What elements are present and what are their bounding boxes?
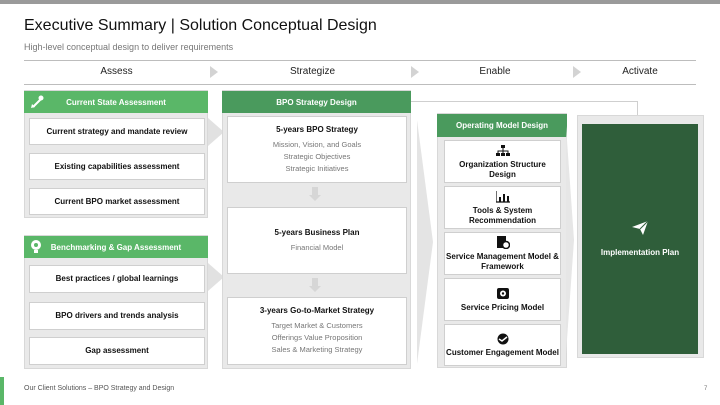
assess-item-label: Current strategy and mandate review (46, 126, 188, 136)
strategy-card-title: 5-years BPO Strategy (276, 124, 358, 134)
phase-assess: Assess (100, 66, 133, 77)
assess-item-label: BPO drivers and trends analysis (55, 311, 179, 320)
down-arrow-icon (309, 195, 321, 201)
page-title: Executive Summary | Solution Conceptual … (24, 17, 377, 34)
implementation-plan-label: Implementation Plan (600, 248, 680, 257)
assess-item-card: Current BPO market assessment (29, 188, 205, 215)
down-arrow-stem (312, 278, 318, 286)
benchmarking-header-label: Benchmarking & Gap Assessment (50, 242, 182, 252)
page-subtitle: High-level conceptual design to deliver … (24, 42, 234, 52)
flow-chevron-icon (566, 126, 574, 354)
enable-item-card: Organization Structure Design (444, 140, 561, 183)
assess-item-card: Current strategy and mandate review (29, 118, 205, 145)
flow-chevron-icon (417, 120, 433, 364)
assess-item-label: Gap assessment (85, 346, 149, 355)
enable-item-card: Tools & System Recommendation (444, 186, 561, 229)
down-arrow-icon (309, 286, 321, 292)
phase-strategize: Strategize (289, 66, 336, 77)
strategy-card: 5-years BPO Strategy Mission, Vision, an… (227, 116, 407, 183)
strategy-card-sub: Offerings Value Proposition (271, 333, 363, 342)
phase-activate: Activate (622, 66, 658, 77)
assess-item-card: Gap assessment (29, 337, 205, 365)
org-chart-icon (494, 144, 512, 158)
pricing-icon (494, 287, 512, 301)
operating-model-header: Operating Model Design (437, 114, 567, 137)
enable-item-label: Tools & System Recommendation (468, 205, 537, 225)
strategy-card-sub: Sales & Marketing Strategy (271, 345, 363, 354)
enable-item-label: Service Management Model & Framework (446, 251, 559, 271)
assess-item-card: Best practices / global learnings (29, 265, 205, 293)
assess-item-card: Existing capabilities assessment (29, 153, 205, 180)
strategy-card-title: 5-years Business Plan (274, 227, 360, 237)
operating-model-header-label: Operating Model Design (455, 121, 548, 130)
top-accent-bar (0, 0, 720, 4)
lightbulb-gear-icon (28, 238, 44, 256)
enable-item-card: Service Management Model & Framework (444, 232, 561, 275)
assess-item-label: Current BPO market assessment (54, 196, 180, 206)
footer-text: Our Client Solutions – BPO Strategy and … (24, 385, 175, 392)
enable-item-label: Organization Structure Design (459, 159, 546, 179)
implementation-plan-box: Implementation Plan (582, 124, 698, 354)
enable-item-card: Customer Engagement Model (444, 324, 561, 366)
strategy-card-sub: Target Market & Customers (271, 321, 363, 330)
assess-item-card: BPO drivers and trends analysis (29, 302, 205, 330)
phase-chevron-icon (411, 66, 419, 78)
assess-item-label: Best practices / global learnings (55, 274, 179, 283)
handshake-icon (494, 332, 512, 346)
page-number: 7 (704, 386, 708, 392)
phase-top-line (24, 60, 696, 61)
connector-line (410, 101, 638, 102)
phase-enable: Enable (479, 66, 511, 77)
strategy-header-label: BPO Strategy Design (276, 97, 357, 107)
enable-item-label: Service Pricing Model (460, 302, 545, 312)
strategy-card: 3-years Go-to-Market Strategy Target Mar… (227, 297, 407, 365)
connector-line (637, 101, 638, 115)
current-state-header-label: Current State Assessment (66, 97, 166, 107)
strategy-card-sub: Mission, Vision, and Goals (272, 139, 362, 149)
current-state-header: Current State Assessment (24, 91, 208, 113)
down-arrow-stem (312, 187, 318, 195)
document-gear-icon (494, 236, 512, 250)
strategy-card-sub: Strategic Objectives (283, 151, 351, 161)
paper-plane-icon (632, 220, 649, 240)
assess-item-label: Existing capabilities assessment (54, 161, 180, 171)
strategy-card-sub: Financial Model (290, 242, 344, 252)
strategy-header: BPO Strategy Design (222, 91, 411, 113)
strategy-card: 5-years Business Plan Financial Model (227, 207, 407, 274)
phase-chevron-icon (573, 66, 581, 78)
phase-bottom-line (24, 84, 696, 85)
phase-chevron-icon (210, 66, 218, 78)
enable-item-card: Service Pricing Model (444, 278, 561, 321)
strategy-card-title: 3-years Go-to-Market Strategy (259, 306, 375, 315)
strategy-card-sub: Strategic Initiatives (285, 163, 349, 173)
footer-accent-bar (0, 377, 4, 405)
bar-chart-icon (494, 190, 512, 204)
benchmarking-header: Benchmarking & Gap Assessment (24, 236, 208, 258)
enable-item-label: Customer Engagement Model (446, 348, 559, 357)
rocket-icon (27, 92, 47, 112)
